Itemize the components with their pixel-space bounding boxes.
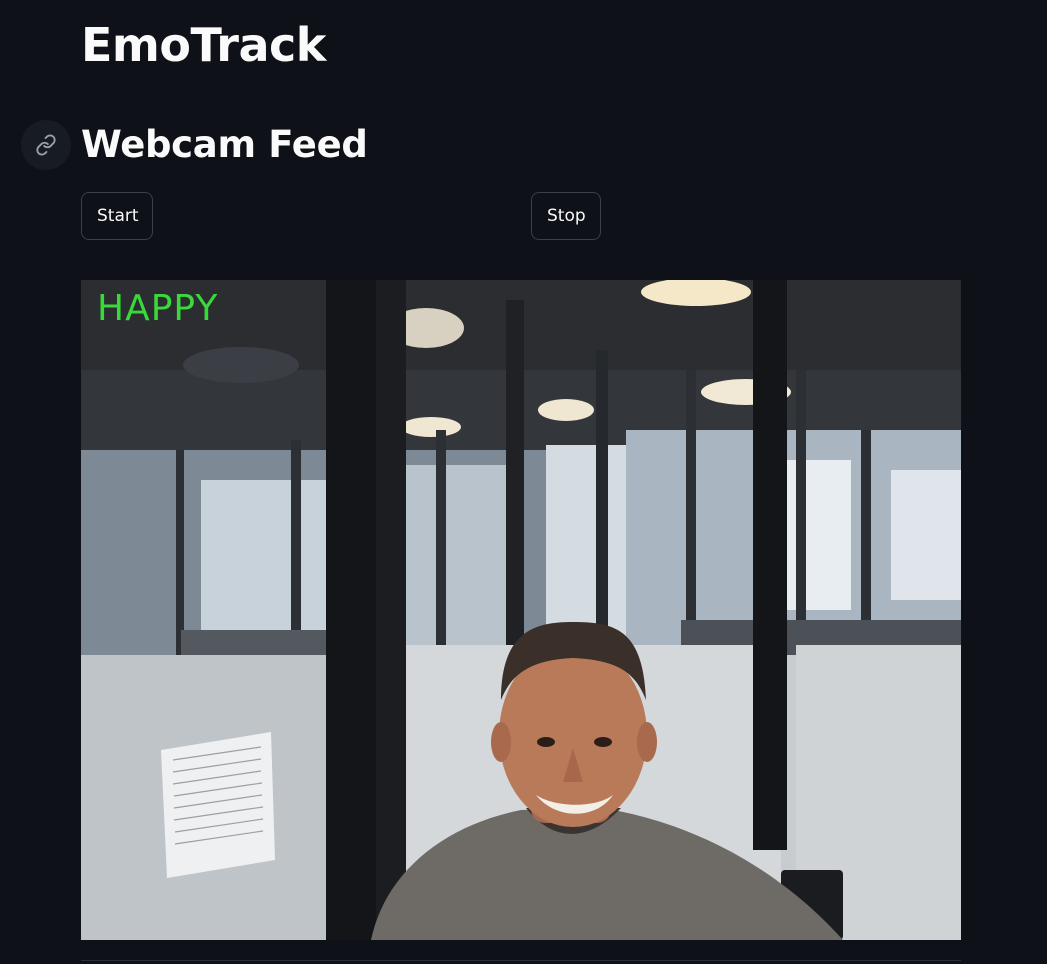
emotion-label: HAPPY: [97, 288, 219, 329]
webcam-frame-image: [81, 280, 961, 940]
webcam-feed: HAPPY: [81, 280, 961, 940]
section-anchor-link[interactable]: [21, 120, 71, 170]
section-title: Webcam Feed: [81, 123, 368, 166]
feed-bottom-divider: [81, 960, 961, 961]
app-title: EmoTrack: [81, 18, 326, 72]
link-icon: [36, 134, 56, 156]
stop-button[interactable]: Stop: [531, 192, 601, 240]
start-button[interactable]: Start: [81, 192, 153, 240]
